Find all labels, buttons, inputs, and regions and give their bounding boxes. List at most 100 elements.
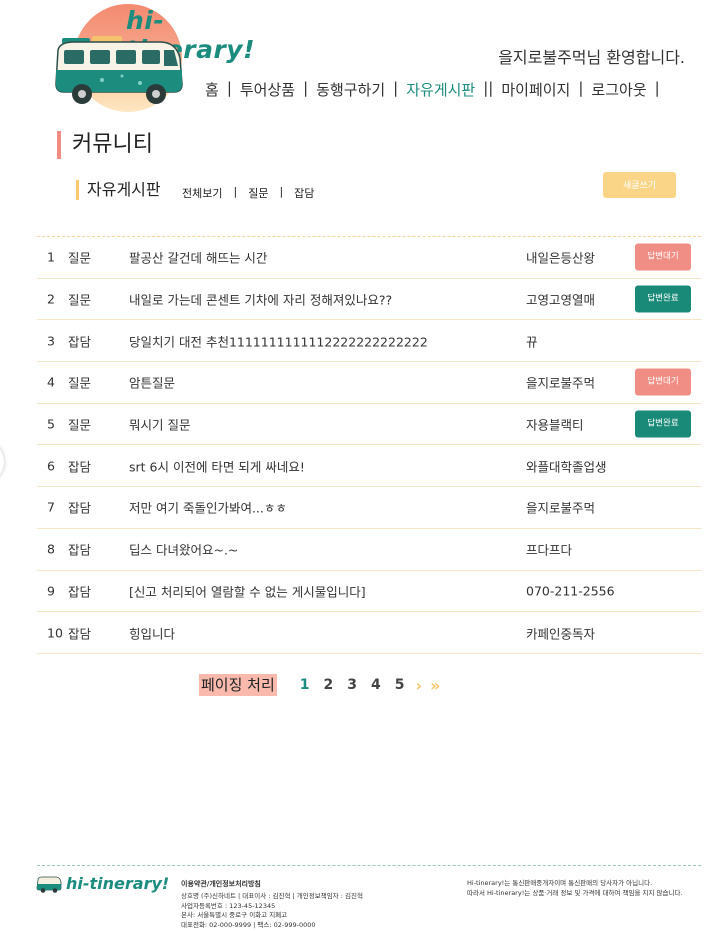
- nav-separator: |: [578, 79, 584, 97]
- post-row[interactable]: 3 잡담 당일치기 대전 추천1111111111112222222222222 뀨: [37, 320, 701, 363]
- page-3-link[interactable]: 3: [347, 677, 357, 693]
- footer-info-line: 상호명 (주)신하네트 | 대표이사 : 김진혁 | 개인정보책임자 : 김진혁: [181, 892, 363, 901]
- post-row[interactable]: 2 질문 내일로 가는데 콘센트 기차에 자리 정해져있나요?? 고영고영열매 답변완료: [37, 279, 701, 321]
- tab-chat[interactable]: 잡담: [294, 185, 314, 201]
- nav-tour-products[interactable]: 투어상품: [240, 79, 295, 100]
- post-title-link[interactable]: 팔공산 갈건데 해뜨는 시간: [129, 248, 267, 267]
- tab-all[interactable]: 전체보기: [182, 185, 222, 201]
- footer-divider: [37, 865, 701, 866]
- camper-van-icon: [36, 876, 62, 893]
- nav-free-board[interactable]: 자유게시판: [406, 79, 475, 100]
- post-category: 질문: [68, 292, 92, 308]
- footer-notice: Hi-tinerary!는 통신판매중개자이며 통신판매의 당사자가 아닙니다.…: [467, 879, 683, 898]
- page-2-link[interactable]: 2: [324, 677, 334, 693]
- last-page-icon[interactable]: »: [430, 676, 440, 695]
- post-row[interactable]: 9 잡담 [신고 처리되어 열람할 수 없는 게시물입니다] 070-211-2556: [37, 571, 701, 613]
- post-number: 1: [47, 249, 55, 265]
- post-title-link[interactable]: 딥스 다녀왔어요~.~: [129, 540, 238, 559]
- post-row[interactable]: 6 잡담 srt 6시 이전에 타면 되게 싸네요! 와플대학졸업생: [37, 445, 701, 488]
- post-category: 질문: [68, 375, 92, 391]
- post-author: 뀨: [526, 334, 538, 350]
- post-author: 와플대학졸업생: [526, 459, 607, 475]
- post-row[interactable]: 10 잡담 힝입니다 카페인중독자: [37, 612, 701, 654]
- post-category: 질문: [68, 250, 92, 266]
- tab-separator: |: [233, 185, 238, 198]
- post-author: 내일은등산왕: [526, 250, 596, 266]
- post-number: 4: [47, 374, 55, 390]
- post-category: 잡담: [68, 334, 92, 350]
- answer-status-badge[interactable]: 답변완료: [635, 285, 691, 313]
- post-category: 질문: [68, 417, 92, 433]
- footer-info-line: 본사: 서울특별시 중로구 이화고 지페고: [181, 911, 288, 920]
- answer-status-badge[interactable]: 답변완료: [635, 410, 691, 438]
- post-author: 을지로불주먹: [526, 375, 596, 391]
- post-number: 7: [47, 499, 55, 515]
- post-category: 잡담: [68, 459, 92, 475]
- post-number: 9: [47, 583, 55, 599]
- post-row[interactable]: 5 질문 뭐시기 질문 자용블랙티 답변완료: [37, 404, 701, 446]
- tab-separator: |: [279, 185, 284, 198]
- nav-find-companion[interactable]: 동행구하기: [316, 79, 385, 100]
- camper-van-icon: [55, 36, 183, 104]
- side-scroll-handle[interactable]: [0, 440, 4, 484]
- footer-info-line: 대표전화: 02-000-9999 | 팩스: 02-999-0000: [181, 920, 316, 929]
- post-number: 8: [47, 541, 55, 557]
- post-author: 070-211-2556: [526, 583, 615, 599]
- nav-home[interactable]: 홈: [205, 79, 219, 100]
- post-number: 10: [47, 625, 63, 641]
- next-page-icon[interactable]: ›: [416, 676, 423, 695]
- post-title-link[interactable]: 당일치기 대전 추천1111111111112222222222222: [129, 331, 428, 350]
- page-5-link[interactable]: 5: [395, 677, 405, 693]
- post-number: 5: [47, 416, 55, 432]
- pagination-label: 페이징 처리: [199, 674, 277, 696]
- nav-separator: ||: [483, 79, 494, 97]
- post-category: 잡담: [68, 584, 92, 600]
- post-number: 6: [47, 458, 55, 474]
- page-1-link[interactable]: 1: [300, 677, 310, 693]
- board-filter-tabs: 전체보기 | 질문 | 잡담: [182, 185, 314, 201]
- footer-info-line: 사업자등록번호 : 123-45-12345: [181, 901, 276, 910]
- post-author: 프다프다: [526, 542, 573, 558]
- post-title-link[interactable]: [신고 처리되어 열람할 수 없는 게시물입니다]: [129, 581, 366, 600]
- post-title-link[interactable]: 뭐시기 질문: [129, 415, 190, 434]
- post-title-link[interactable]: 힝입니다: [129, 623, 175, 642]
- post-row[interactable]: 4 질문 암튼질문 을지로불주먹 답변대기: [37, 362, 701, 404]
- nav-separator: |: [654, 79, 660, 97]
- answer-status-badge[interactable]: 답변대기: [635, 243, 691, 271]
- nav-separator: |: [226, 79, 232, 97]
- post-author: 자용블랙티: [526, 417, 584, 433]
- post-number: 2: [47, 291, 55, 307]
- main-nav: 홈 | 투어상품 | 동행구하기 | 자유게시판 || 마이페이지 | 로그아웃 |: [205, 79, 668, 100]
- post-row[interactable]: 7 잡담 저만 여기 죽돌인가봐여...ㅎㅎ 을지로불주먹: [37, 487, 701, 529]
- post-list: 1 질문 팔공산 갈건데 해뜨는 시간 내일은등산왕 답변대기 2 질문 내일로 가는데 콘센…: [37, 236, 701, 654]
- post-author: 카페인중독자: [526, 626, 596, 642]
- nav-logout[interactable]: 로그아웃: [591, 79, 646, 100]
- nav-mypage[interactable]: 마이페이지: [501, 79, 570, 100]
- post-title-link[interactable]: 내일로 가는데 콘센트 기차에 자리 정해져있나요??: [129, 290, 392, 309]
- post-number: 3: [47, 333, 55, 349]
- answer-status-badge[interactable]: 답변대기: [635, 368, 691, 396]
- post-category: 잡담: [68, 626, 92, 642]
- post-row[interactable]: 8 잡담 딥스 다녀왔어요~.~ 프다프다: [37, 529, 701, 571]
- board-title: 자유게시판: [76, 180, 161, 200]
- write-post-button[interactable]: 새글쓰기: [603, 172, 676, 198]
- post-title-link[interactable]: 저만 여기 죽돌인가봐여...ㅎㅎ: [129, 498, 287, 517]
- post-author: 을지로불주먹: [526, 500, 596, 516]
- footer-company-info: 이용약관/개인정보처리방침 상호명 (주)신하네트 | 대표이사 : 김진혁 |…: [181, 880, 363, 930]
- footer-notice-line: Hi-tinerary!는 통신판매중개자이며 통신판매의 당사자가 아닙니다.: [467, 879, 653, 887]
- post-row[interactable]: 1 질문 팔공산 갈건데 해뜨는 시간 내일은등산왕 답변대기: [37, 237, 701, 279]
- tab-question[interactable]: 질문: [248, 185, 268, 201]
- post-category: 잡담: [68, 500, 92, 516]
- post-author: 고영고영열매: [526, 292, 596, 308]
- page-title: 커뮤니티: [57, 131, 153, 159]
- welcome-message: 을지로불주먹님 환영합니다.: [498, 48, 685, 67]
- footer-notice-line: 따라서 Hi-tinerary!는 상품·거래 정보 및 가격에 대하여 책임을…: [467, 888, 683, 897]
- nav-separator: |: [303, 79, 309, 97]
- post-title-link[interactable]: 암튼질문: [129, 373, 175, 392]
- footer-logo: hi-tinerary!: [36, 874, 169, 893]
- footer-policy-link[interactable]: 이용약관/개인정보처리방침: [181, 880, 363, 889]
- post-category: 잡담: [68, 542, 92, 558]
- post-title-link[interactable]: srt 6시 이전에 타면 되게 싸네요!: [129, 456, 305, 475]
- nav-separator: |: [393, 79, 399, 97]
- page-4-link[interactable]: 4: [371, 677, 381, 693]
